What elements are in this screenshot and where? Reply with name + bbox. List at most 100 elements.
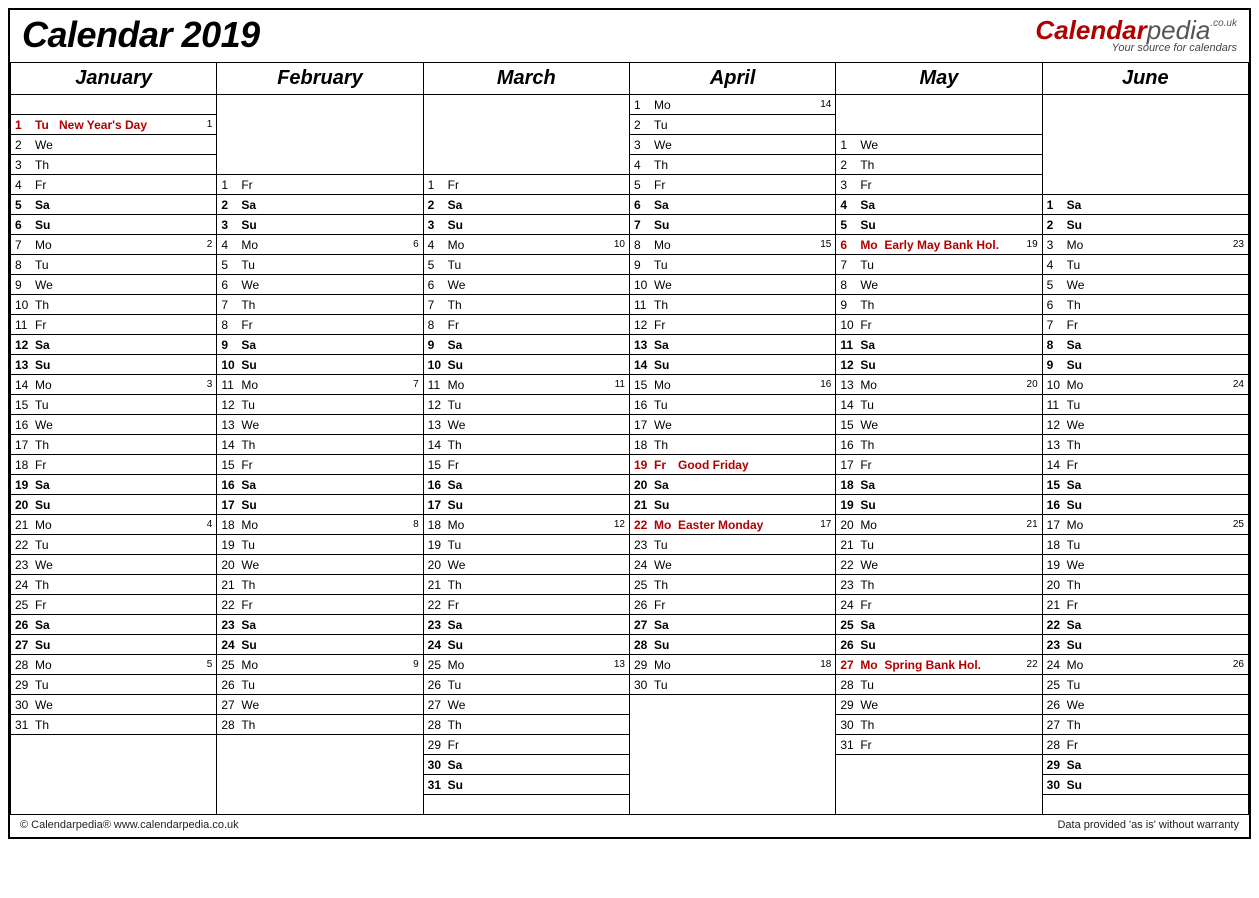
day-of-week: Tu bbox=[1067, 258, 1091, 272]
day-number: 13 bbox=[221, 418, 241, 432]
day-number: 4 bbox=[15, 178, 35, 192]
day-of-week: Th bbox=[654, 578, 678, 592]
day-of-week: We bbox=[1067, 278, 1091, 292]
day-number: 3 bbox=[840, 178, 860, 192]
week-number: 13 bbox=[607, 659, 625, 670]
day-cell: 31Su bbox=[423, 775, 629, 795]
day-of-week: We bbox=[860, 138, 884, 152]
day-number: 16 bbox=[428, 478, 448, 492]
day-cell: 25Tu bbox=[1042, 675, 1248, 695]
day-of-week: Sa bbox=[654, 618, 678, 632]
day-number: 2 bbox=[15, 138, 35, 152]
day-cell: 8We bbox=[836, 275, 1042, 295]
day-number: 28 bbox=[221, 718, 241, 732]
day-cell: 30Sa bbox=[423, 755, 629, 775]
day-number: 26 bbox=[221, 678, 241, 692]
day-of-week: Th bbox=[654, 158, 678, 172]
day-of-week: We bbox=[448, 278, 472, 292]
week-number: 25 bbox=[1226, 519, 1244, 530]
day-cell: 7Fr bbox=[1042, 315, 1248, 335]
day-of-week: Th bbox=[35, 438, 59, 452]
day-number: 29 bbox=[840, 698, 860, 712]
day-number: 4 bbox=[428, 238, 448, 252]
day-number: 3 bbox=[15, 158, 35, 172]
day-cell: 20Su bbox=[11, 495, 217, 515]
day-of-week: We bbox=[654, 558, 678, 572]
day-number: 13 bbox=[634, 338, 654, 352]
day-of-week: Fr bbox=[448, 318, 472, 332]
day-cell: 17Su bbox=[217, 495, 423, 515]
day-number: 22 bbox=[15, 538, 35, 552]
day-number: 1 bbox=[634, 98, 654, 112]
day-of-week: Mo bbox=[1067, 518, 1091, 532]
day-of-week: Th bbox=[448, 438, 472, 452]
day-number: 5 bbox=[15, 198, 35, 212]
day-cell: 19Su bbox=[836, 495, 1042, 515]
day-cell: 9Sa bbox=[217, 335, 423, 355]
day-cell: 23Tu bbox=[629, 535, 835, 555]
day-of-week: Su bbox=[1067, 358, 1091, 372]
day-number: 24 bbox=[634, 558, 654, 572]
day-of-week: We bbox=[1067, 418, 1091, 432]
day-number: 4 bbox=[221, 238, 241, 252]
day-number: 21 bbox=[221, 578, 241, 592]
week-number: 8 bbox=[401, 519, 419, 530]
week-number: 3 bbox=[194, 379, 212, 390]
day-number: 10 bbox=[221, 358, 241, 372]
logo-tld: .co.uk bbox=[1210, 19, 1237, 29]
week-number: 14 bbox=[813, 99, 831, 110]
day-cell: 11Th bbox=[629, 295, 835, 315]
day-of-week: We bbox=[35, 558, 59, 572]
day-number: 10 bbox=[1047, 378, 1067, 392]
day-of-week: Th bbox=[241, 298, 265, 312]
day-cell: 19Tu bbox=[423, 535, 629, 555]
week-number: 19 bbox=[1020, 239, 1038, 250]
day-of-week: Sa bbox=[35, 618, 59, 632]
day-of-week: Su bbox=[241, 218, 265, 232]
day-cell: 10Su bbox=[217, 355, 423, 375]
blank-cell bbox=[836, 755, 1042, 815]
day-of-week: Su bbox=[35, 218, 59, 232]
day-cell: 4Sa bbox=[836, 195, 1042, 215]
day-number: 19 bbox=[428, 538, 448, 552]
day-of-week: Mo bbox=[35, 658, 59, 672]
day-number: 17 bbox=[634, 418, 654, 432]
day-cell: 28Fr bbox=[1042, 735, 1248, 755]
day-cell: 1We bbox=[836, 135, 1042, 155]
day-of-week: We bbox=[241, 698, 265, 712]
day-number: 10 bbox=[840, 318, 860, 332]
day-of-week: We bbox=[654, 418, 678, 432]
day-number: 16 bbox=[1047, 498, 1067, 512]
day-of-week: Su bbox=[448, 498, 472, 512]
day-cell: 26We bbox=[1042, 695, 1248, 715]
day-cell: 11Tu bbox=[1042, 395, 1248, 415]
day-of-week: Mo bbox=[1067, 658, 1091, 672]
day-cell: 24We bbox=[629, 555, 835, 575]
day-of-week: Fr bbox=[448, 178, 472, 192]
day-of-week: Th bbox=[241, 718, 265, 732]
day-number: 7 bbox=[428, 298, 448, 312]
day-cell: 21Fr bbox=[1042, 595, 1248, 615]
week-number: 17 bbox=[813, 519, 831, 530]
day-cell: 16Tu bbox=[629, 395, 835, 415]
day-cell: 14Tu bbox=[836, 395, 1042, 415]
day-number: 9 bbox=[840, 298, 860, 312]
day-number: 7 bbox=[221, 298, 241, 312]
day-number: 2 bbox=[428, 198, 448, 212]
header: Calendar 2019 Calendarpedia.co.uk Your s… bbox=[10, 10, 1249, 62]
day-of-week: Tu bbox=[241, 538, 265, 552]
day-cell: 15We bbox=[836, 415, 1042, 435]
day-cell: 25Fr bbox=[11, 595, 217, 615]
day-number: 1 bbox=[221, 178, 241, 192]
day-of-week: Fr bbox=[654, 458, 678, 472]
day-of-week: Su bbox=[241, 358, 265, 372]
day-cell: 17Fr bbox=[836, 455, 1042, 475]
week-number: 12 bbox=[607, 519, 625, 530]
day-number: 9 bbox=[221, 338, 241, 352]
blank-cell bbox=[423, 795, 629, 815]
day-of-week: Fr bbox=[1067, 738, 1091, 752]
footer-right: Data provided 'as is' without warranty bbox=[1057, 819, 1239, 831]
day-number: 28 bbox=[840, 678, 860, 692]
day-cell: 20We bbox=[217, 555, 423, 575]
day-cell: 4Mo6 bbox=[217, 235, 423, 255]
